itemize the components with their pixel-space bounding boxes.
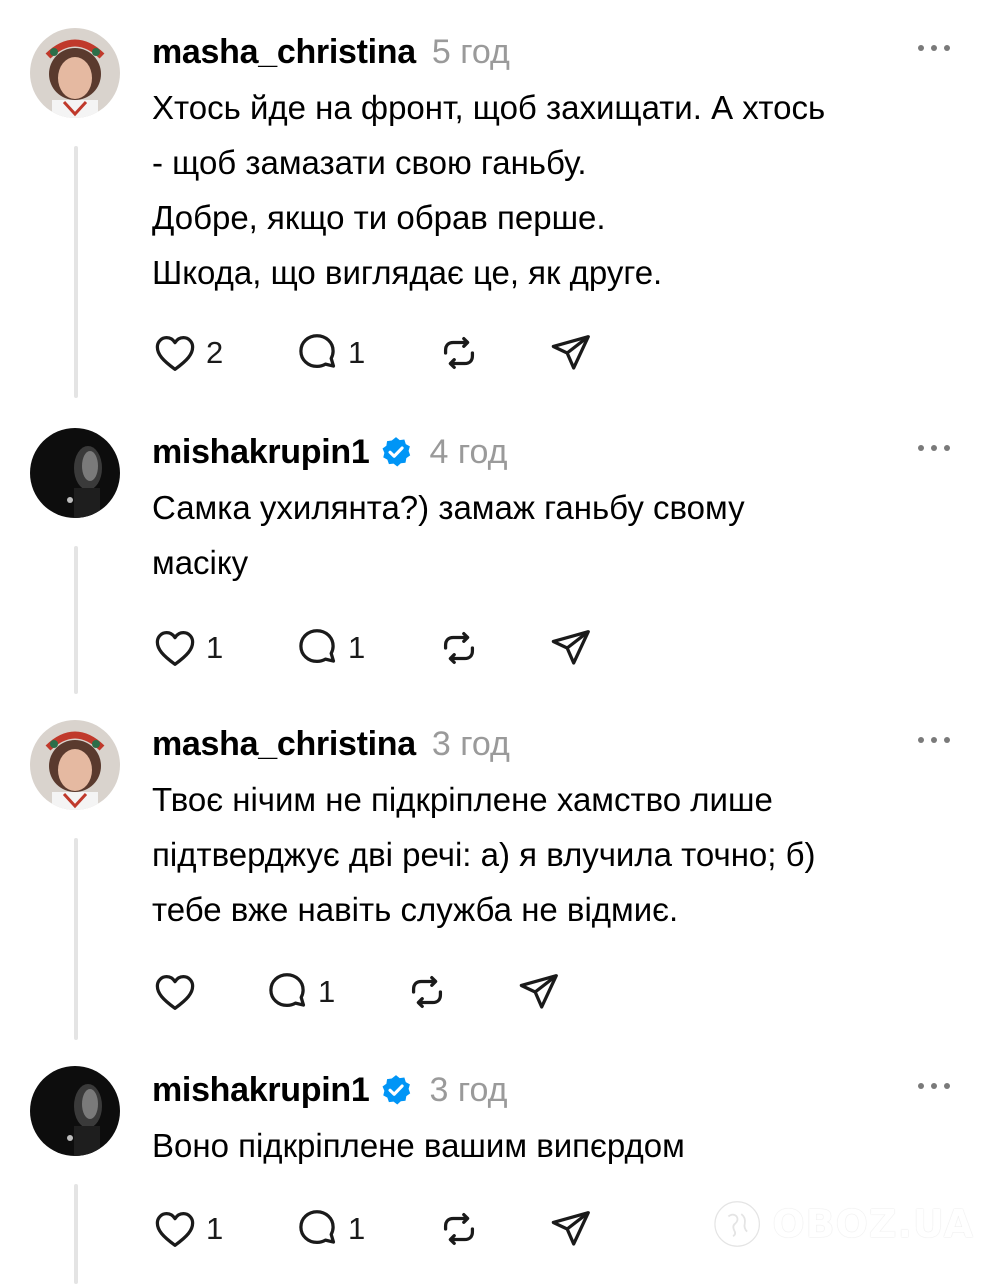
text-line: Хтось йде на фронт, щоб захищати. А хтос… [152, 89, 826, 126]
avatar[interactable] [30, 720, 120, 810]
text-line: Добре, якщо ти обрав перше. [152, 199, 606, 236]
like-button[interactable]: 1 [152, 623, 223, 673]
share-button[interactable] [548, 1204, 594, 1254]
post-text: Самка ухилянта?) замаж ганьбу свому масі… [152, 480, 957, 590]
text-line: - щоб замазати свою ганьбу. [152, 144, 587, 181]
reply-count: 1 [348, 630, 366, 665]
more-icon[interactable] [918, 1080, 950, 1092]
like-button[interactable]: 2 [152, 328, 223, 378]
text-line: Твоє нічим не підкріплене хамство лише [152, 781, 773, 818]
post-text: Хтось йде на фронт, щоб захищати. А хтос… [152, 80, 957, 300]
repost-icon [411, 975, 443, 1009]
repost-icon [443, 1212, 475, 1246]
share-button[interactable] [548, 328, 594, 378]
timestamp: 3 год [431, 724, 510, 763]
comment-icon [299, 629, 336, 664]
username[interactable]: masha_christina [152, 33, 416, 72]
comment-icon [299, 1210, 336, 1245]
repost-icon [443, 336, 475, 370]
more-icon[interactable] [918, 734, 950, 746]
more-icon[interactable] [918, 442, 950, 454]
thread-line [74, 1184, 78, 1284]
repost-button[interactable] [436, 328, 482, 378]
like-count: 1 [206, 630, 224, 665]
watermark: OBOZ.UA [712, 1178, 974, 1270]
comment-button[interactable]: 1 [294, 1204, 365, 1254]
share-button[interactable] [516, 967, 562, 1017]
like-button[interactable] [152, 967, 198, 1017]
post-header: mishakrupin1 4 год [152, 430, 507, 474]
more-icon[interactable] [918, 42, 950, 54]
heart-icon [155, 1212, 195, 1247]
share-icon [551, 630, 590, 665]
comment-button[interactable]: 1 [294, 623, 365, 673]
text-line: Самка ухилянта?) замаж ганьбу свому [152, 489, 745, 526]
heart-icon [155, 975, 195, 1010]
share-icon [551, 1211, 590, 1246]
post-header: masha_christina 5 год [152, 30, 510, 74]
share-icon [519, 974, 558, 1009]
thread-line [74, 838, 78, 1040]
reply-count: 1 [318, 974, 336, 1009]
username[interactable]: masha_christina [152, 725, 416, 764]
share-button[interactable] [548, 623, 594, 673]
heart-icon [155, 336, 195, 371]
text-line: підтверджує дві речі: а) я влучила точно… [152, 836, 816, 873]
post-header: mishakrupin1 3 год [152, 1068, 507, 1112]
heart-icon [155, 631, 195, 666]
verified-icon [383, 1075, 411, 1105]
comment-icon [299, 334, 336, 369]
post-header: masha_christina 3 год [152, 722, 510, 766]
thread-line [74, 146, 78, 398]
text-line: тебе вже навіть служба не відмиє. [152, 891, 679, 928]
globe-logo-icon [714, 1201, 760, 1247]
text-line: Шкода, що виглядає це, як друге. [152, 254, 663, 291]
comment-button[interactable]: 1 [264, 967, 335, 1017]
avatar[interactable] [30, 1066, 120, 1156]
text-line: Воно підкріплене вашим випєрдом [152, 1127, 685, 1164]
username[interactable]: mishakrupin1 [152, 1071, 370, 1110]
timestamp: 5 год [431, 32, 510, 71]
timestamp: 4 год [429, 432, 508, 471]
like-count: 2 [206, 335, 224, 370]
verified-icon [383, 437, 411, 467]
reply-count: 1 [348, 1211, 366, 1246]
comment-icon [269, 973, 306, 1008]
comment-button[interactable]: 1 [294, 328, 365, 378]
like-button[interactable]: 1 [152, 1204, 223, 1254]
avatar[interactable] [30, 428, 120, 518]
repost-icon [443, 631, 475, 665]
timestamp: 3 год [429, 1070, 508, 1109]
share-icon [551, 335, 590, 370]
repost-button[interactable] [436, 1204, 482, 1254]
repost-button[interactable] [436, 623, 482, 673]
watermark-text: OBOZ.UA [772, 1202, 974, 1246]
avatar[interactable] [30, 28, 120, 118]
username[interactable]: mishakrupin1 [152, 433, 370, 472]
thread-line [74, 546, 78, 694]
post-text: Воно підкріплене вашим випєрдом [152, 1118, 957, 1173]
post-text: Твоє нічим не підкріплене хамство лише п… [152, 772, 957, 937]
like-count: 1 [206, 1211, 224, 1246]
text-line: масіку [152, 544, 249, 581]
reply-count: 1 [348, 335, 366, 370]
repost-button[interactable] [404, 967, 450, 1017]
